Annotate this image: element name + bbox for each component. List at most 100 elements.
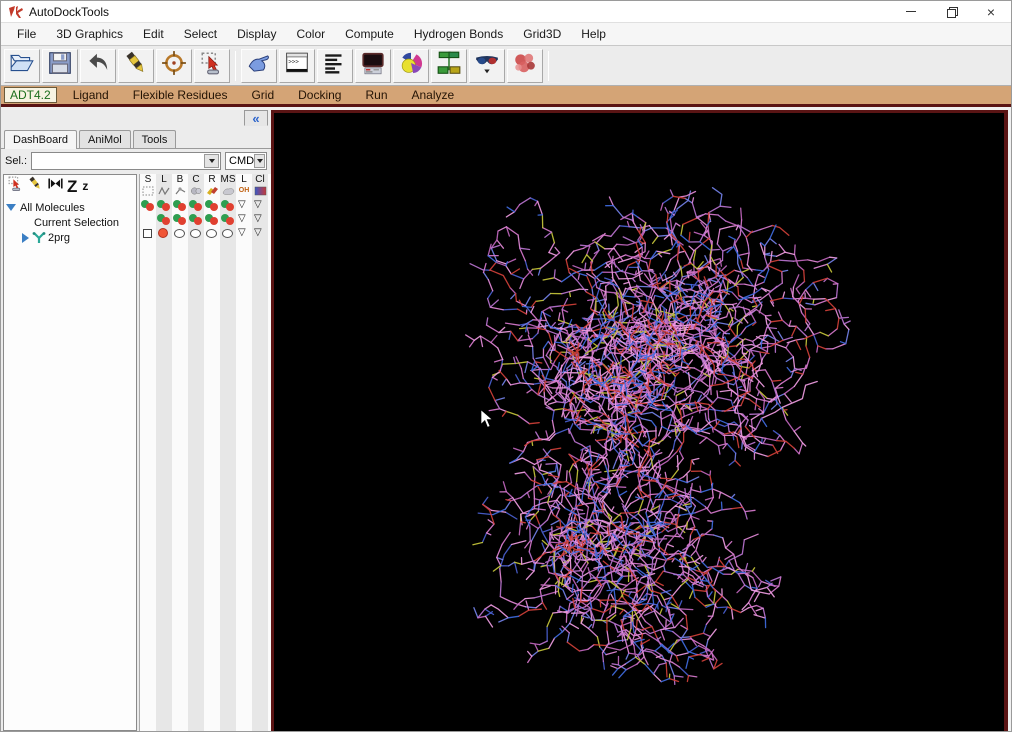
menu-item-file[interactable]: File <box>7 24 46 44</box>
script-text-icon <box>322 50 348 81</box>
grid-cell-pair[interactable] <box>156 198 172 212</box>
grid-cell-pair[interactable] <box>204 212 220 226</box>
grid-cell-tri[interactable]: ▽ <box>252 198 268 212</box>
red-dot-icon <box>194 203 202 211</box>
grid-cell-oval[interactable] <box>220 226 236 240</box>
grid-cell-tri[interactable]: ▽ <box>236 198 252 212</box>
undo-icon <box>85 50 111 81</box>
select-region-small-icon[interactable] <box>7 175 24 197</box>
stereo-glasses-icon <box>474 50 500 81</box>
cmd-combobox[interactable]: CMD <box>225 152 267 170</box>
menu-item-compute[interactable]: Compute <box>335 24 404 44</box>
zoom-out-z-button[interactable]: z <box>82 180 88 192</box>
open-file-button[interactable] <box>4 49 40 83</box>
menu-item-grid3d[interactable]: Grid3D <box>513 24 571 44</box>
grid-cell-pair[interactable] <box>204 198 220 212</box>
restore-button[interactable] <box>931 1 971 23</box>
menu-item-select[interactable]: Select <box>174 24 227 44</box>
adt-menu-grid[interactable]: Grid <box>243 87 282 103</box>
dropdown-triangle-icon: ▽ <box>238 199 246 211</box>
annotate-pen-small-icon[interactable] <box>27 175 44 197</box>
grid-cell-oval[interactable] <box>188 226 204 240</box>
expand-collapse-icon[interactable] <box>47 175 64 197</box>
selection-dropdown-button[interactable] <box>204 154 219 168</box>
menu-item-display[interactable]: Display <box>227 24 286 44</box>
dropdown-triangle-icon: ▽ <box>238 227 246 239</box>
grid-cell-pair[interactable] <box>172 198 188 212</box>
color-palette-button[interactable] <box>393 49 429 83</box>
annotate-pen-icon <box>123 50 149 81</box>
tree-item-2prg[interactable]: 2prg <box>4 230 136 245</box>
menu-item-hydrogen-bonds[interactable]: Hydrogen Bonds <box>404 24 513 44</box>
menu-item-edit[interactable]: Edit <box>133 24 174 44</box>
grid-cell-tri[interactable]: ▽ <box>252 212 268 226</box>
red-dot-icon <box>226 203 234 211</box>
radio-oval-icon <box>222 229 233 238</box>
grid-cell-dot[interactable] <box>156 226 172 240</box>
grid-cell-square[interactable] <box>140 226 156 240</box>
labels-oh-icon: OH <box>236 185 252 196</box>
dropdown-triangle-icon: ▽ <box>254 213 262 225</box>
selection-input[interactable] <box>32 153 204 169</box>
dashboard-body: Zz All MoleculesCurrent Selection2prg S L… <box>1 174 271 731</box>
adt-menu-ligand[interactable]: Ligand <box>65 87 117 103</box>
stereo-glasses-button[interactable] <box>469 49 505 83</box>
red-dot-icon <box>194 217 202 225</box>
close-button[interactable]: × <box>971 1 1011 23</box>
column-L-icon <box>156 185 172 196</box>
grid-cell-tri[interactable]: ▽ <box>236 212 252 226</box>
color-palette-icon <box>398 50 424 81</box>
grid-column-letter: Cl <box>252 174 268 185</box>
grid-cell-pair[interactable] <box>220 212 236 226</box>
minimize-button[interactable] <box>891 1 931 23</box>
molecule-surface-icon <box>512 50 538 81</box>
grid-cell-pair[interactable] <box>188 198 204 212</box>
grid-cell-tri[interactable]: ▽ <box>236 226 252 240</box>
tab-dashboard[interactable]: DashBoard <box>4 130 77 149</box>
grid-cell-tri[interactable]: ▽ <box>252 226 268 240</box>
adt-menu-adt4-2[interactable]: ADT4.2 <box>4 87 57 103</box>
grid-cell-pair[interactable] <box>220 198 236 212</box>
selection-row: Sel.: CMD <box>1 149 271 173</box>
adt-menu-analyze[interactable]: Analyze <box>404 87 463 103</box>
panel-collapse-button[interactable]: « <box>244 110 268 126</box>
select-region-button[interactable] <box>194 49 230 83</box>
selection-combobox[interactable] <box>31 152 221 170</box>
adt-menu-run[interactable]: Run <box>357 87 395 103</box>
grid-column-l-6: LOH <box>236 174 252 198</box>
grid-cell-pair[interactable] <box>188 212 204 226</box>
center-target-button[interactable] <box>156 49 192 83</box>
tab-animol[interactable]: AniMol <box>79 130 131 148</box>
grid-cell-pair[interactable] <box>156 212 172 226</box>
molecule-surface-button[interactable] <box>507 49 543 83</box>
zoom-in-z-button[interactable]: Z <box>67 178 77 195</box>
cmd-dropdown-button[interactable] <box>254 154 265 168</box>
toolbar-separator <box>235 51 236 81</box>
adt-menu-docking[interactable]: Docking <box>290 87 349 103</box>
menu-item-help[interactable]: Help <box>571 24 616 44</box>
collapse-arrow-icon[interactable] <box>18 233 32 243</box>
3d-viewport[interactable] <box>271 110 1008 731</box>
tab-tools[interactable]: Tools <box>133 130 177 148</box>
script-text-button[interactable] <box>317 49 353 83</box>
pick-hand-button[interactable] <box>241 49 277 83</box>
grid-cell-oval[interactable] <box>204 226 220 240</box>
display-screen-button[interactable] <box>355 49 391 83</box>
undo-button[interactable] <box>80 49 116 83</box>
menu-item-color[interactable]: Color <box>286 24 335 44</box>
tree-item-current-selection[interactable]: Current Selection <box>4 215 136 230</box>
adt-menu-flexible-residues[interactable]: Flexible Residues <box>125 87 236 103</box>
grid-cell-oval[interactable] <box>172 226 188 240</box>
checkbox-icon <box>143 229 152 238</box>
grid-column-letter: S <box>140 174 156 185</box>
hierarchy-tree-button[interactable] <box>431 49 467 83</box>
tree-item-all-molecules[interactable]: All Molecules <box>4 200 136 215</box>
expand-arrow-icon[interactable] <box>4 204 18 211</box>
menu-item-3d-graphics[interactable]: 3D Graphics <box>46 24 133 44</box>
annotate-pen-button[interactable] <box>118 49 154 83</box>
cmd-value: CMD <box>226 155 254 167</box>
grid-cell-pair[interactable] <box>140 198 156 212</box>
grid-cell-pair[interactable] <box>172 212 188 226</box>
python-shell-button[interactable]: >>> <box>279 49 315 83</box>
save-button[interactable] <box>42 49 78 83</box>
